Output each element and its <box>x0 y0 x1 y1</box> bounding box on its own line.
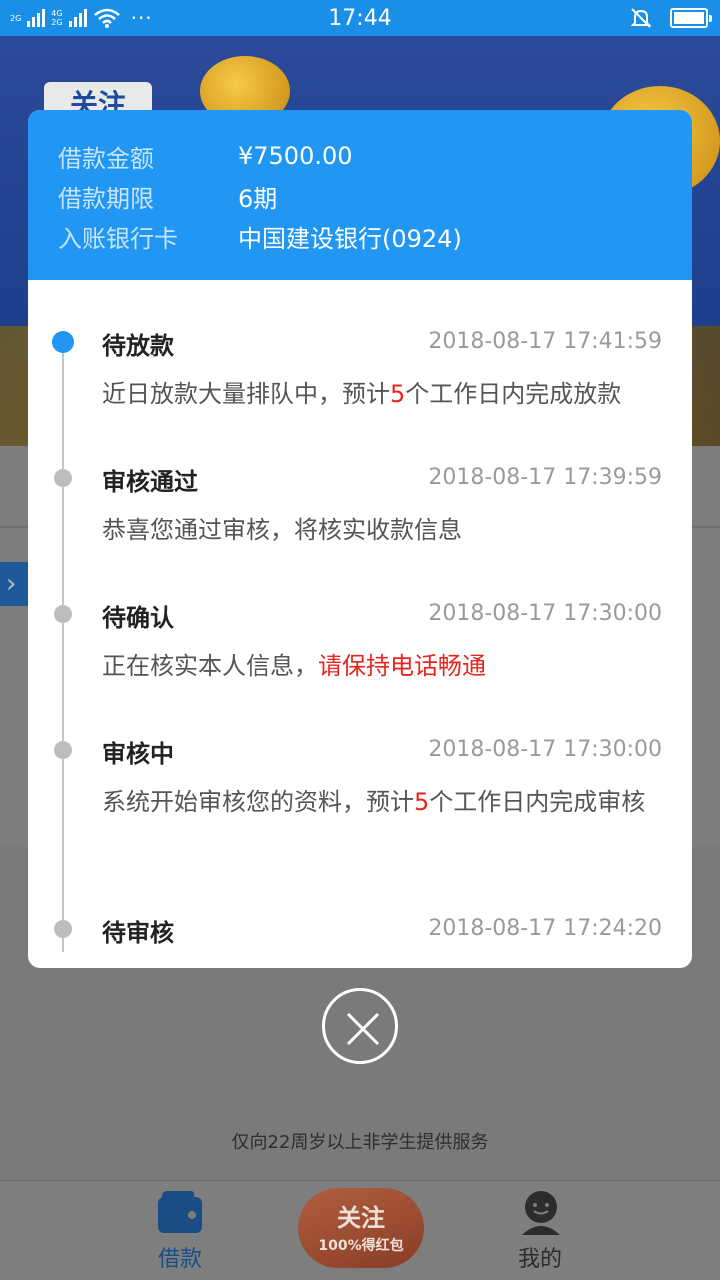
status-time: 17:44 <box>328 6 392 31</box>
entry-time: 2018-08-17 17:24:20 <box>428 916 662 941</box>
entry-desc: 系统开始审核您的资料，预计5个工作日内完成审核 <box>102 788 646 816</box>
timeline-dot <box>54 920 72 938</box>
entry-desc: 正在核实本人信息，请保持电话畅通 <box>102 652 486 680</box>
wallet-icon <box>158 1197 202 1233</box>
close-button[interactable] <box>322 988 398 1064</box>
info-row-term: 借款期限 6期 <box>58 176 662 216</box>
tab-mine-label: 我的 <box>517 1247 562 1272</box>
info-label: 借款期限 <box>58 184 154 213</box>
entry-desc: 恭喜您通过审核，将核实收款信息 <box>102 516 462 544</box>
info-label: 借款金额 <box>58 144 154 173</box>
loan-progress-dialog: 借款金额 ¥7500.00 借款期限 6期 入账银行卡 中国建设银行(0924)… <box>28 110 692 968</box>
timeline-dot <box>54 469 72 487</box>
info-value: ¥7500.00 <box>238 142 353 170</box>
status-bar: 2G 4G 2G ··· 17:44 <box>0 0 720 36</box>
tab-mine[interactable]: 我的 <box>470 1181 610 1280</box>
info-value: 中国建设银行(0924) <box>238 224 462 253</box>
info-row-amount: 借款金额 ¥7500.00 <box>58 136 662 176</box>
loan-summary: 借款金额 ¥7500.00 借款期限 6期 入账银行卡 中国建设银行(0924) <box>28 110 692 280</box>
entry-desc: 近日放款大量排队中，预计5个工作日内完成放款 <box>102 380 622 408</box>
entry-time: 2018-08-17 17:39:59 <box>428 465 662 490</box>
entry-title: 待审核 <box>102 919 174 947</box>
entry-title: 审核通过 <box>102 468 198 496</box>
promo-title: 关注 <box>337 1204 385 1232</box>
timeline-line <box>62 342 64 952</box>
service-footnote: 仅向22周岁以上非学生提供服务 <box>231 1132 489 1153</box>
entry-time: 2018-08-17 17:30:00 <box>428 601 662 626</box>
timeline-dot <box>54 605 72 623</box>
follow-promo-button[interactable]: 关注 100%得红包 <box>298 1188 424 1268</box>
timeline-dot <box>54 741 72 759</box>
battery-icon <box>670 8 712 28</box>
close-icon <box>346 1012 380 1046</box>
entry-time: 2018-08-17 17:30:00 <box>428 737 662 762</box>
info-row-bank: 入账银行卡 中国建设银行(0924) <box>58 216 662 256</box>
entry-title: 审核中 <box>102 740 174 768</box>
entry-time: 2018-08-17 17:41:59 <box>428 329 662 354</box>
side-arrow-tab[interactable]: › <box>0 562 28 606</box>
status-right <box>630 7 712 29</box>
info-value: 6期 <box>238 184 278 213</box>
entry-title: 待放款 <box>102 332 174 360</box>
mute-bell-icon <box>630 8 652 28</box>
person-icon <box>522 1191 560 1235</box>
entry-title: 待确认 <box>102 604 174 632</box>
promo-subtitle: 100%得红包 <box>318 1238 404 1254</box>
timeline-dot-active <box>52 331 74 353</box>
tab-loan[interactable]: 借款 <box>110 1181 250 1280</box>
tab-loan-label: 借款 <box>157 1247 202 1272</box>
info-label: 入账银行卡 <box>58 224 178 253</box>
